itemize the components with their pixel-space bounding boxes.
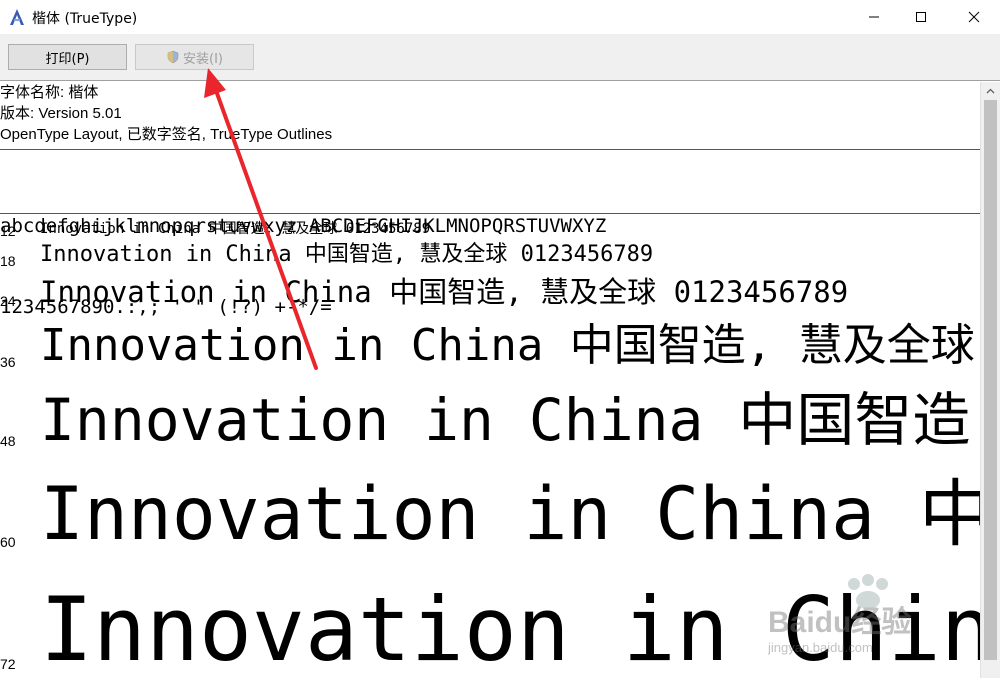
uac-shield-icon — [167, 50, 179, 64]
divider — [0, 213, 980, 214]
maximize-button[interactable] — [898, 0, 944, 34]
sample-text: Innovation in China 中国智造, 慧及全球 012345678… — [40, 386, 980, 454]
sample-text: Innovation in China 中国智造, 慧及全球 012345678… — [40, 275, 849, 309]
sample-size-label: 24 — [0, 293, 16, 309]
font-app-icon — [10, 9, 24, 25]
minimize-icon — [869, 16, 879, 18]
chevron-up-icon — [986, 88, 995, 93]
sample-size-label: 60 — [0, 534, 16, 550]
sample-text: Innovation in China 中国智造, 慧及全球 012345678… — [40, 472, 980, 557]
font-version-line: 版本: Version 5.01 — [0, 105, 122, 122]
sample-size-label: 12 — [0, 223, 16, 239]
minimize-button[interactable] — [851, 0, 897, 34]
window-title: 楷体 (TrueType) — [32, 11, 138, 27]
print-button-label: 打印(P) — [45, 51, 90, 67]
vertical-scrollbar[interactable] — [980, 82, 1000, 678]
maximize-icon — [916, 12, 926, 22]
font-preview-pane: 字体名称: 楷体 版本: Version 5.01 OpenType Layou… — [0, 82, 980, 678]
close-button[interactable] — [951, 0, 997, 34]
install-button[interactable]: 安装(I) — [135, 44, 254, 70]
font-name-line: 字体名称: 楷体 — [0, 84, 99, 101]
scroll-thumb[interactable] — [984, 100, 997, 660]
font-info: 字体名称: 楷体 版本: Version 5.01 OpenType Layou… — [0, 82, 332, 145]
sample-size-label: 18 — [0, 253, 16, 269]
font-tech-line: OpenType Layout, 已数字签名, TrueType Outline… — [0, 126, 333, 143]
install-button-label: 安装(I) — [183, 51, 223, 67]
sample-text: Innovation in China 中国智造, 慧及全球 012345678… — [40, 320, 975, 371]
sample-text: Innovation in China 中国智造, 慧及全球 012345678… — [40, 578, 980, 678]
sample-size-label: 48 — [0, 433, 16, 449]
title-bar: 楷体 (TrueType) — [0, 0, 1000, 35]
toolbar: 打印(P) 安装(I) — [0, 34, 1000, 81]
scroll-up-button[interactable] — [981, 82, 1000, 99]
divider — [0, 149, 980, 150]
print-button[interactable]: 打印(P) — [8, 44, 127, 70]
sample-size-label: 36 — [0, 354, 16, 370]
sample-size-label: 72 — [0, 656, 16, 672]
sample-text: Innovation in China 中国智造, 慧及全球 012345678… — [40, 221, 431, 237]
sample-text: Innovation in China 中国智造, 慧及全球 012345678… — [40, 242, 654, 267]
close-icon — [968, 11, 980, 23]
